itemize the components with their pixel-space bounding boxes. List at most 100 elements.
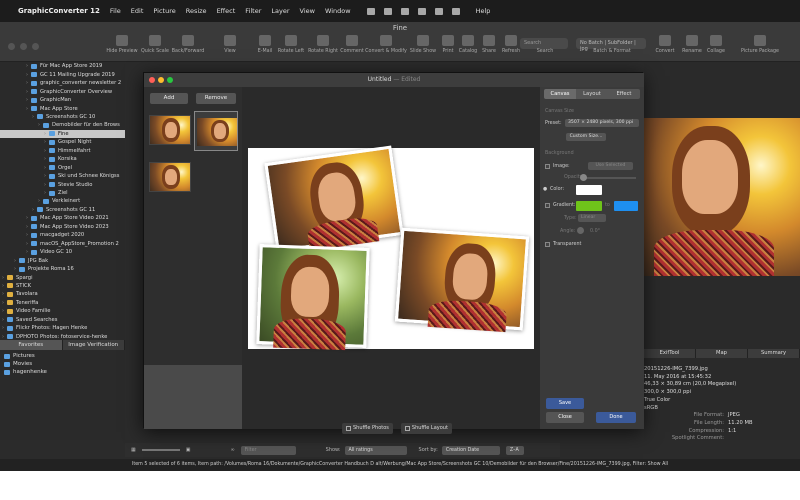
- tree-item[interactable]: › Demobilder für den Brows: [0, 121, 125, 130]
- menu-file[interactable]: File: [110, 7, 121, 15]
- rotate-left-button[interactable]: Rotate Left: [273, 35, 309, 54]
- tab-image-verification[interactable]: Image Verification: [62, 340, 125, 350]
- sort-by-select[interactable]: Creation Date: [441, 445, 500, 455]
- tree-item[interactable]: › macgadget 2020: [0, 231, 125, 240]
- collage-photo-1[interactable]: [264, 145, 404, 253]
- thumbnail-size-slider[interactable]: [141, 449, 180, 451]
- large-thumb-icon[interactable]: ▣: [186, 447, 191, 453]
- menu-help[interactable]: Help: [476, 7, 491, 15]
- tree-item[interactable]: › graphic_converter newsletter 2: [0, 79, 125, 88]
- image-icon[interactable]: [383, 7, 392, 15]
- tab-exiftool[interactable]: ExifTool: [644, 349, 696, 358]
- dialog-minimize-icon[interactable]: [158, 77, 164, 83]
- tree-item[interactable]: › Projekte Roma 16: [0, 265, 125, 274]
- tree-item[interactable]: › Korsika: [0, 155, 125, 164]
- tree-item[interactable]: › Screenshots GC 10: [0, 113, 125, 122]
- tree-item[interactable]: › Mac App Store Video 2023: [0, 223, 125, 232]
- rating-filter-select[interactable]: All ratings: [344, 445, 407, 455]
- tree-item[interactable]: › Mac App Store Video 2021: [0, 214, 125, 223]
- tab-canvas[interactable]: Canvas: [544, 89, 576, 99]
- add-image-button[interactable]: Add: [150, 93, 188, 104]
- close-window-button[interactable]: [8, 43, 15, 50]
- tree-item[interactable]: › Video GC 10: [0, 248, 125, 257]
- tab-summary[interactable]: Summary: [748, 349, 800, 358]
- view-button[interactable]: View: [212, 35, 248, 54]
- dialog-zoom-icon[interactable]: [167, 77, 173, 83]
- tree-item[interactable]: › Gospel Night: [0, 138, 125, 147]
- tree-item[interactable]: › Ski und Schnee Königss: [0, 172, 125, 181]
- favorite-item[interactable]: Pictures: [4, 352, 47, 360]
- lightning-icon[interactable]: [434, 7, 443, 15]
- dialog-close-icon[interactable]: [149, 77, 155, 83]
- tree-item[interactable]: › Stevie Studio: [0, 180, 125, 189]
- picture-package-button[interactable]: Picture Package: [735, 35, 785, 54]
- grid-size-icon[interactable]: ▦: [131, 447, 136, 453]
- angle-dial[interactable]: [577, 227, 584, 234]
- tab-map[interactable]: Map: [696, 349, 748, 358]
- tree-item[interactable]: › Teneriffa: [0, 299, 125, 308]
- hide-preview-button[interactable]: Hide Preview: [104, 35, 140, 54]
- background-color-well[interactable]: [576, 185, 602, 195]
- tree-item[interactable]: › Himmelfahrt: [0, 147, 125, 156]
- text-icon[interactable]: [417, 7, 426, 15]
- sort-order-select[interactable]: Z–A: [505, 445, 524, 455]
- menu-view[interactable]: View: [300, 7, 315, 15]
- gradient-start-color-well[interactable]: [576, 201, 602, 211]
- gradient-end-color-well[interactable]: [614, 201, 638, 211]
- collage-photo-3[interactable]: [394, 227, 530, 333]
- image-checkbox[interactable]: [545, 164, 550, 169]
- menu-resize[interactable]: Resize: [186, 7, 207, 15]
- transparent-checkbox[interactable]: [545, 242, 550, 247]
- gradient-type-select[interactable]: Linear: [578, 214, 606, 222]
- save-button[interactable]: Save: [546, 398, 584, 409]
- shuffle-photos-button[interactable]: Shuffle Photos: [342, 423, 393, 434]
- tree-item[interactable]: › macOS_AppStore_Promotion 2: [0, 239, 125, 248]
- menu-picture[interactable]: Picture: [153, 7, 175, 15]
- preset-select[interactable]: 3507 × 2480 pixels, 300 ppi: [565, 119, 639, 127]
- opacity-slider-knob[interactable]: [580, 174, 587, 181]
- batch-format-select[interactable]: No Batch | SubFolder | jpg: [576, 38, 646, 52]
- tree-item[interactable]: › Saved Searches: [0, 316, 125, 325]
- tree-item[interactable]: › Flickr Photos: Hagen Henke: [0, 324, 125, 333]
- tree-item[interactable]: › Verkleinert: [0, 197, 125, 206]
- collage-thumbnail[interactable]: [149, 162, 191, 192]
- tree-item[interactable]: › Video Familie: [0, 307, 125, 316]
- tree-item[interactable]: › Screenshots GC 11: [0, 206, 125, 215]
- back-forward-button[interactable]: Back/Forward: [170, 35, 206, 54]
- tree-item[interactable]: › Orgel: [0, 163, 125, 172]
- tab-effect[interactable]: Effect: [608, 89, 640, 99]
- custom-size-button[interactable]: Custom Size...: [566, 133, 606, 141]
- tree-item[interactable]: › Für Mac App Store 2019: [0, 62, 125, 71]
- collage-photo-2[interactable]: [256, 244, 370, 351]
- tree-item[interactable]: › GraphicConverter Overview: [0, 87, 125, 96]
- zoom-window-button[interactable]: [32, 43, 39, 50]
- opacity-slider[interactable]: [584, 177, 636, 179]
- favorite-item[interactable]: Movies: [4, 360, 47, 368]
- use-selected-button[interactable]: Use Selected: [588, 162, 633, 170]
- filter-search-input[interactable]: Filter: [240, 445, 296, 455]
- tree-item[interactable]: › GC 11 Mailing Upgrade 2019: [0, 70, 125, 79]
- collage-canvas[interactable]: [248, 145, 534, 351]
- toolbar-search-input[interactable]: Search: [520, 38, 568, 49]
- settings-icon[interactable]: [451, 7, 460, 15]
- tree-item[interactable]: › Spargi: [0, 273, 125, 282]
- color-radio[interactable]: ●: [543, 187, 547, 192]
- tree-item[interactable]: › Mac App Store: [0, 104, 125, 113]
- convert-modify-button[interactable]: Convert & Modify: [365, 35, 407, 54]
- tree-item[interactable]: › GraphicMan: [0, 96, 125, 105]
- favorite-item[interactable]: hagenhenke: [4, 368, 47, 376]
- minimize-window-button[interactable]: [20, 43, 27, 50]
- menu-window[interactable]: Window: [325, 7, 351, 15]
- tree-item[interactable]: › STICK: [0, 282, 125, 291]
- tree-item[interactable]: › Ziel: [0, 189, 125, 198]
- close-button[interactable]: Close: [546, 412, 584, 423]
- tree-item[interactable]: › Fine: [0, 129, 125, 139]
- done-button[interactable]: Done: [596, 412, 636, 423]
- tab-favorites[interactable]: Favorites: [0, 340, 63, 350]
- app-menu[interactable]: GraphicConverter 12: [18, 7, 100, 15]
- collage-button[interactable]: Collage: [698, 35, 734, 54]
- glasses-icon[interactable]: ∞: [230, 447, 234, 453]
- tree-item[interactable]: › Tavolara: [0, 290, 125, 299]
- gradient-checkbox[interactable]: [545, 203, 550, 208]
- menu-filter[interactable]: Filter: [245, 7, 261, 15]
